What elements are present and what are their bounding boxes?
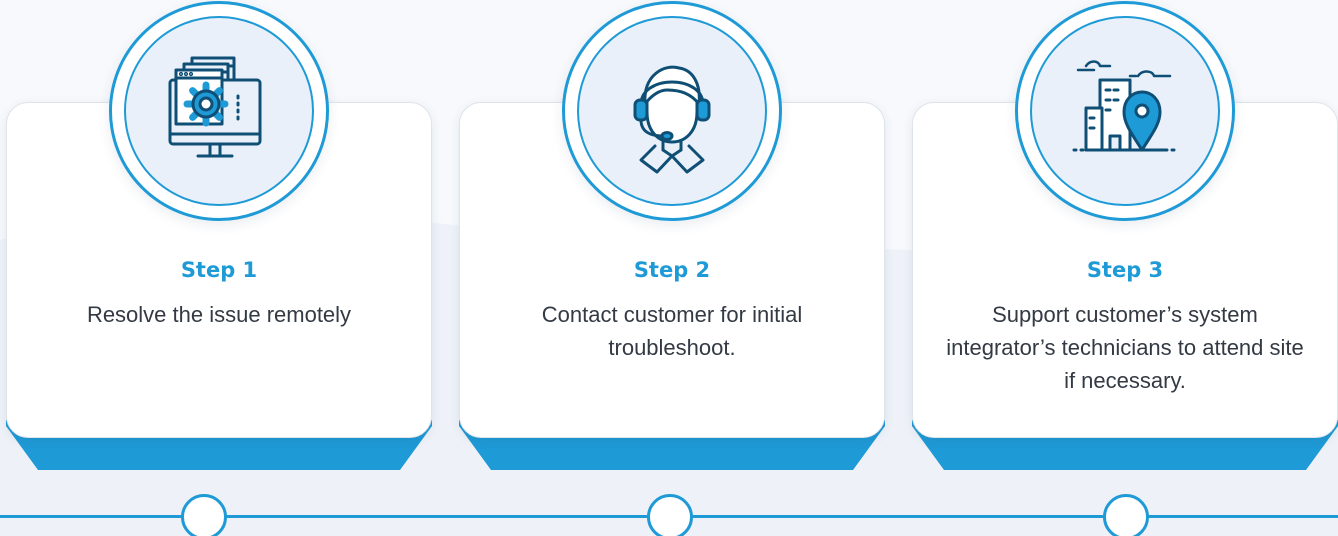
step-2-description: Contact customer for initial troubleshoo…	[541, 302, 803, 360]
step-1-description: Resolve the issue remotely	[86, 302, 352, 327]
step-3-icon-ring	[1015, 1, 1235, 221]
step-2-card: Step 2 Contact customer for initial trou…	[459, 0, 885, 480]
step-1-title: Step 1	[180, 258, 258, 282]
step-2-icon-ring	[562, 1, 782, 221]
step-2-title: Step 2	[633, 258, 711, 282]
step-1-icon-ring	[109, 1, 329, 221]
building-location-pin-icon	[1072, 60, 1178, 152]
step-1-card: Step 1 Resolve the issue remotely	[6, 0, 432, 480]
timeline-node-1	[181, 494, 227, 536]
step-3-card: Step 3 Support customer’s system integra…	[912, 0, 1338, 480]
headset-agent-icon	[633, 65, 711, 174]
step-3-title: Step 3	[1086, 258, 1164, 282]
timeline-node-3	[1103, 494, 1149, 536]
step-3-description: Support customer’s system integrator’s t…	[946, 302, 1304, 393]
computer-gear-icon	[168, 56, 262, 158]
timeline-node-2	[647, 494, 693, 536]
